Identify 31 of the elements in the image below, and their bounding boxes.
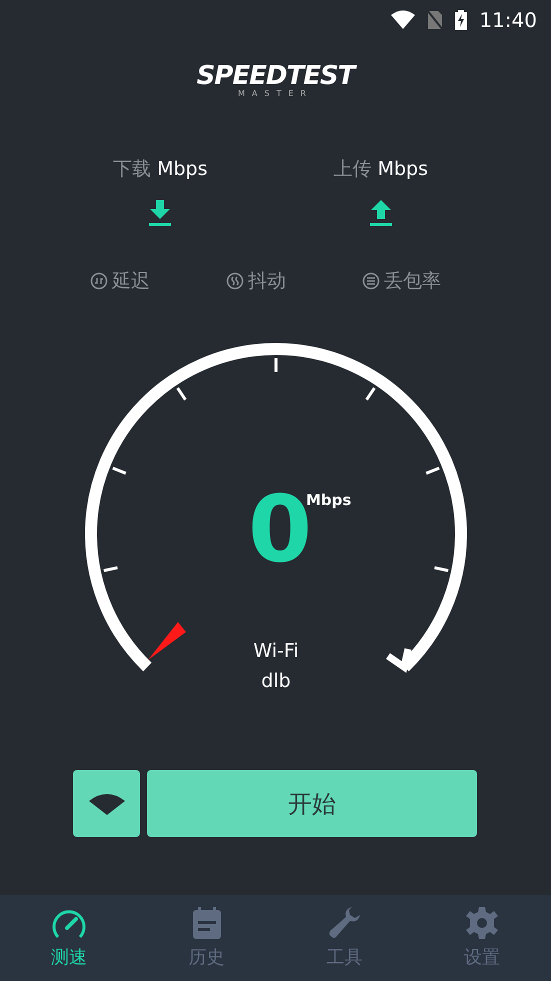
needle-icon (148, 622, 186, 660)
logo-title: SPEEDTEST (196, 62, 354, 88)
wave-icon (226, 272, 244, 290)
upload-icon (370, 200, 392, 226)
no-sim-icon (427, 10, 444, 30)
metric-label: 延迟 (112, 269, 150, 294)
result-label: 下载 (113, 158, 152, 180)
result-label: 上传 (334, 158, 372, 180)
nav-tab[interactable]: 工具 (276, 895, 414, 981)
logo-subtitle: MASTER (238, 88, 313, 98)
start-button[interactable]: 开始 (147, 770, 477, 837)
battery-charging-icon (455, 10, 468, 30)
calendar-icon (192, 907, 222, 939)
download-icon (149, 200, 172, 226)
wifi-icon (391, 10, 416, 30)
list-icon (362, 272, 380, 290)
result-unit: Mbps (157, 158, 208, 180)
nav-tab[interactable]: 设置 (413, 895, 551, 981)
nav-tab[interactable]: 测速 (0, 895, 138, 981)
wifi-button[interactable] (73, 770, 140, 837)
network-type: Wi-Fi (253, 640, 299, 662)
metric-label: 抖动 (248, 269, 286, 294)
speed-unit: Mbps (306, 491, 352, 509)
network-name: dlb (261, 670, 291, 692)
nav-tab[interactable]: 历史 (138, 895, 276, 981)
result-unit: Mbps (378, 158, 428, 180)
metric-label: 丢包率 (384, 269, 441, 294)
status-time: 11:40 (479, 8, 537, 32)
wifi-icon (88, 792, 124, 814)
settings-icon (466, 907, 498, 939)
wrench-icon (328, 907, 360, 939)
